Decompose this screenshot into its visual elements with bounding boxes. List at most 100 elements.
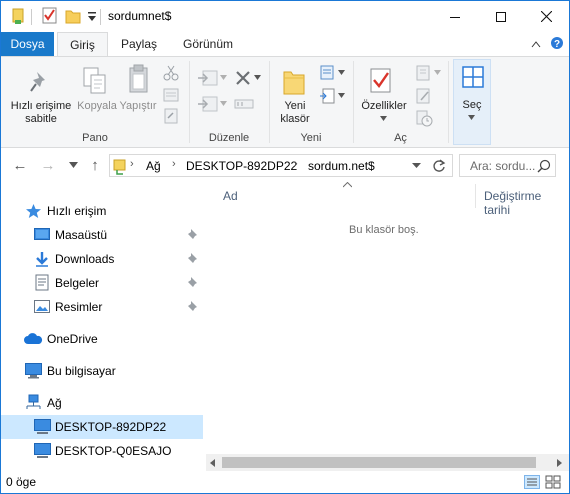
nav-item-desktop[interactable]: Masaüstü [1,223,203,247]
properties-button[interactable]: Özellikler [357,100,411,113]
minimize-button[interactable] [432,1,478,32]
large-icons-view-icon[interactable] [545,475,561,489]
explorer-window: sordumnet$ Dosya Giriş Paylaş Görünüm ? [0,0,570,494]
pin-icon[interactable] [187,300,199,312]
back-button[interactable]: ← [11,156,29,176]
window-title: sordumnet$ [108,9,172,23]
horizontal-scrollbar[interactable] [206,454,569,471]
delete-icon[interactable] [235,70,251,86]
breadcrumb-share[interactable]: sordum.net$ [308,159,375,173]
qa-divider [100,9,101,25]
status-bar: 0 öge [1,471,569,493]
nav-item-onedrive[interactable]: OneDrive [1,327,203,351]
svg-text:?: ? [554,39,560,50]
maximize-button[interactable] [478,1,524,32]
new-item-icon[interactable] [319,64,337,82]
breadcrumb-separator: › [130,158,134,170]
cut-icon[interactable] [163,65,179,81]
nav-item-network[interactable]: Ağ [1,391,203,415]
tab-paylas[interactable]: Paylaş [114,32,164,56]
help-icon[interactable]: ? [550,36,564,50]
minimize-icon [450,16,460,18]
pin-icon[interactable] [187,252,199,264]
breadcrumb-separator: › [172,158,176,170]
network-icon [26,394,41,409]
tab-dosya[interactable]: Dosya [1,32,54,56]
nav-item-desktop-q0esajo[interactable]: DESKTOP-Q0ESAJO [1,439,203,463]
nav-item-quick-access[interactable]: Hızlı erişim [1,199,203,223]
scrollbar-thumb[interactable] [222,457,536,468]
nav-item-pictures[interactable]: Resimler [1,295,203,319]
column-divider[interactable] [475,184,476,208]
qa-divider [31,9,32,25]
file-list: Ad Değiştirme tarihi Bu klasör boş. [206,182,569,469]
select-label: Seç [462,99,482,111]
nav-label: Masaüstü [55,228,108,242]
up-button[interactable]: ↑ [86,156,104,176]
tab-giris[interactable]: Giriş [57,32,108,57]
close-button[interactable] [523,1,569,32]
column-header-name[interactable]: Ad [223,189,238,203]
dropdown-arrow-icon [220,75,227,80]
properties-quick-icon[interactable] [10,7,26,25]
dropdown-arrow-icon [434,70,441,75]
nav-label: Resimler [55,300,103,314]
pin-label-line2: sabitle [25,113,57,125]
edit-icon[interactable] [415,87,433,105]
easy-access-icon[interactable] [319,87,337,105]
pin-icon[interactable] [187,228,199,240]
tab-gorunum[interactable]: Görünüm [174,32,242,56]
group-yeni-label: Yeni [300,132,322,144]
navigation-pane: Hızlı erişim Masaüstü Downloads Belgeler [1,184,205,469]
nav-item-documents[interactable]: Belgeler [1,271,203,295]
copy-path-icon[interactable] [163,87,179,103]
copy-to-icon[interactable] [197,95,219,113]
paste-shortcut-icon[interactable] [163,108,179,124]
search-icon [537,159,551,173]
new-folder-label-line1: Yeni [284,100,306,112]
checklist-quick-icon[interactable] [42,7,58,25]
computer-icon [25,363,42,379]
pin-icon[interactable] [187,276,199,288]
column-header-date[interactable]: Değiştirme tarihi [484,189,569,217]
forward-button[interactable]: → [39,156,57,176]
pictures-icon [34,300,50,313]
refresh-icon[interactable] [432,159,446,173]
nav-label: OneDrive [47,332,98,346]
new-folder-button[interactable]: Yeni klasör [277,100,313,126]
address-bar[interactable]: › Ağ › DESKTOP-892DP22 › sordum.net$ [109,154,453,177]
open-icon[interactable] [415,64,433,82]
new-folder-quick-icon[interactable] [65,7,81,25]
monitor-icon [34,419,51,434]
scroll-right-icon[interactable] [557,459,563,467]
dropdown-arrow-icon [380,116,387,121]
nav-item-this-pc[interactable]: Bu bilgisayar [1,359,203,383]
download-icon [36,252,48,267]
nav-item-desktop-892dp22[interactable]: DESKTOP-892DP22 [1,415,203,439]
history-icon[interactable] [415,109,433,127]
rename-icon[interactable] [234,97,254,111]
pin-quick-access-button[interactable]: Hızlı erişime sabitle [7,100,75,126]
recent-locations-icon[interactable] [69,162,78,169]
copy-button[interactable]: Kopyala [75,100,119,113]
search-input[interactable]: Ara: sordu... [459,154,556,177]
address-dropdown-icon[interactable] [412,163,421,169]
star-icon [26,204,41,218]
nav-label: Downloads [55,252,115,266]
nav-item-downloads[interactable]: Downloads [1,247,203,271]
move-to-icon[interactable] [197,69,219,87]
ribbon-collapse-icon[interactable] [531,40,541,48]
breadcrumb-network[interactable]: Ağ [146,159,161,173]
ribbon-separator [353,61,354,143]
nav-label: Ağ [47,396,62,410]
scroll-left-icon[interactable] [210,459,216,467]
details-view-icon[interactable] [524,475,540,489]
dropdown-arrow-icon [338,93,345,98]
breadcrumb-host[interactable]: DESKTOP-892DP22 [186,159,297,173]
documents-icon [35,274,49,291]
properties-icon [370,68,391,93]
paste-button[interactable]: Yapıştır [118,100,158,113]
dropdown-arrow-icon [468,115,475,120]
pin-large-icon [30,72,45,92]
qa-customize-icon[interactable] [87,11,97,23]
